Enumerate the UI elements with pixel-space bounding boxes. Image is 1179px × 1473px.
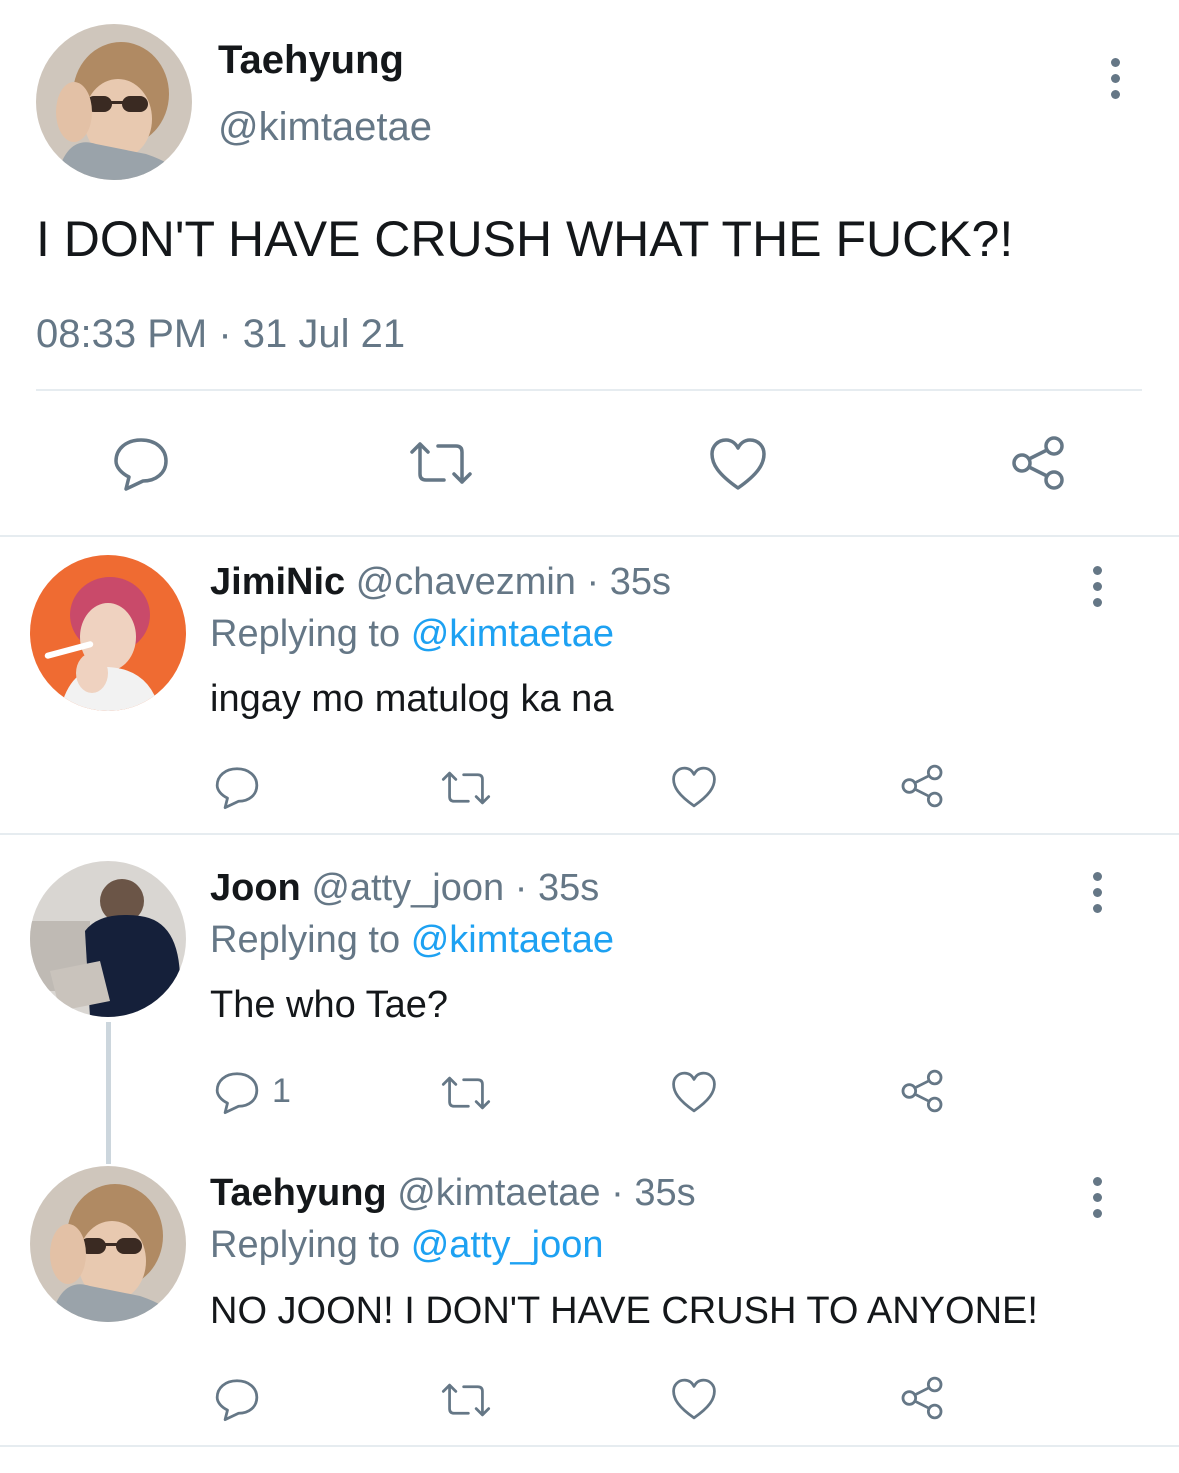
replying-to-label: Replying to — [210, 613, 401, 655]
reply-handle[interactable]: @chavezmin — [356, 561, 576, 603]
reply-time: 35s — [537, 867, 600, 909]
retweet-icon[interactable] — [440, 1075, 492, 1111]
reply-display-name[interactable]: Taehyung — [210, 1172, 387, 1214]
reply-divider — [0, 1445, 1179, 1447]
reply-header: JimiNic @chavezmin · 35s — [210, 561, 671, 604]
replying-to-label: Replying to — [210, 919, 401, 961]
retweet-icon[interactable] — [440, 1382, 492, 1418]
main-tweet-avatar[interactable] — [36, 24, 192, 180]
reply-time-separator: · — [514, 867, 528, 909]
section-divider — [0, 535, 1179, 537]
share-icon[interactable] — [898, 763, 946, 809]
reply-icon[interactable] — [214, 1069, 260, 1115]
share-icon[interactable] — [898, 1068, 946, 1114]
reply-time: 35s — [609, 561, 672, 603]
replying-to: Replying to @kimtaetae — [210, 919, 614, 962]
timestamp-separator: · — [218, 312, 232, 356]
avatar-photo-icon — [30, 555, 186, 711]
reply-header: Joon @atty_joon · 35s — [210, 867, 599, 910]
replying-to-link[interactable]: @kimtaetae — [411, 919, 614, 961]
reply-display-name[interactable]: Joon — [210, 867, 301, 909]
share-icon[interactable] — [1008, 434, 1068, 492]
avatar-photo-icon — [30, 861, 186, 1017]
reply-display-name[interactable]: JimiNic — [210, 561, 345, 603]
replying-to-link[interactable]: @atty_joon — [411, 1224, 604, 1266]
like-icon[interactable] — [708, 436, 768, 492]
reply-divider — [0, 833, 1179, 835]
reply-time-separator: · — [586, 561, 600, 603]
more-options-icon[interactable] — [1103, 58, 1127, 106]
reply-count: 1 — [272, 1072, 291, 1110]
replying-to: Replying to @atty_joon — [210, 1224, 604, 1267]
main-tweet-text: I DON'T HAVE CRUSH WHAT THE FUCK?! — [36, 211, 1014, 267]
reply-time: 35s — [634, 1172, 696, 1214]
reply-text: The who Tae? — [210, 984, 449, 1026]
retweet-icon[interactable] — [440, 770, 492, 806]
main-tweet-time: 08:33 PM — [36, 312, 208, 356]
more-options-icon[interactable] — [1085, 566, 1109, 614]
reply-handle[interactable]: @kimtaetae — [397, 1172, 600, 1214]
reply-time-separator: · — [611, 1172, 624, 1214]
more-options-icon[interactable] — [1085, 872, 1109, 920]
main-tweet-display-name[interactable]: Taehyung — [218, 38, 404, 83]
reply-handle[interactable]: @atty_joon — [311, 867, 504, 909]
reply-header: Taehyung @kimtaetae · 35s — [210, 1172, 696, 1215]
main-tweet-timestamp: 08:33 PM · 31 Jul 21 — [36, 312, 405, 357]
retweet-icon[interactable] — [408, 440, 474, 486]
reply-avatar[interactable] — [30, 555, 186, 711]
replying-to-label: Replying to — [210, 1224, 401, 1266]
main-tweet-date: 31 Jul 21 — [242, 312, 406, 356]
reply-avatar[interactable] — [30, 1166, 186, 1322]
reply-icon[interactable] — [214, 1376, 260, 1422]
avatar-photo-icon — [30, 1166, 186, 1322]
reply-icon[interactable] — [214, 764, 260, 810]
main-tweet-handle[interactable]: @kimtaetae — [218, 105, 432, 150]
reply-text: NO JOON! I DON'T HAVE CRUSH TO ANYONE! — [210, 1290, 1038, 1332]
replying-to-link[interactable]: @kimtaetae — [411, 613, 614, 655]
reply-icon[interactable] — [112, 434, 170, 492]
more-options-icon[interactable] — [1085, 1177, 1109, 1225]
replying-to: Replying to @kimtaetae — [210, 613, 614, 656]
like-icon[interactable] — [670, 1070, 718, 1114]
thread-connector — [106, 1022, 111, 1164]
like-icon[interactable] — [670, 1377, 718, 1421]
reply-text: ingay mo matulog ka na — [210, 678, 614, 720]
like-icon[interactable] — [670, 765, 718, 809]
main-tweet-divider — [36, 389, 1142, 391]
reply-avatar[interactable] — [30, 861, 186, 1017]
share-icon[interactable] — [898, 1375, 946, 1421]
avatar-photo-icon — [36, 24, 192, 180]
